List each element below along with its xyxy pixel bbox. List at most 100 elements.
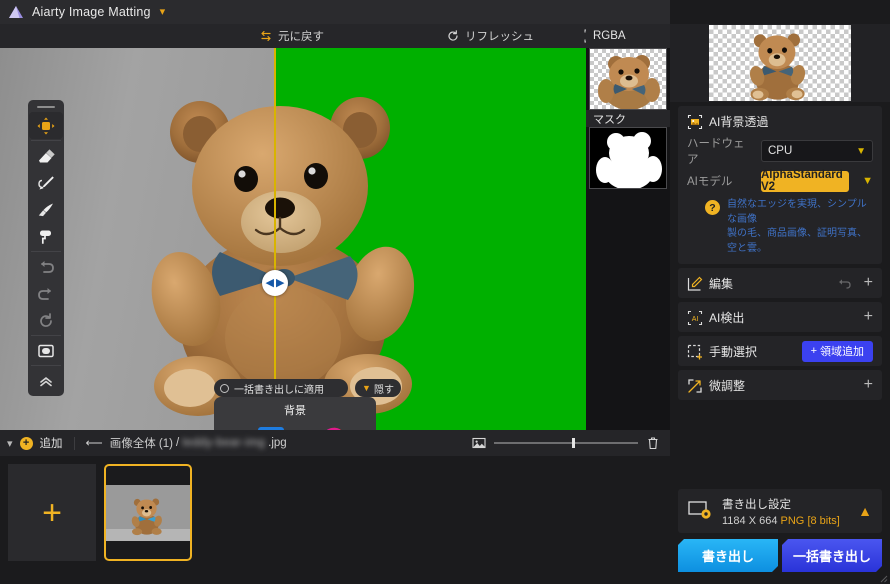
move-transform-tool[interactable] <box>29 112 63 139</box>
image-size-icon <box>472 436 486 450</box>
arrow-left-icon: ◀ <box>265 276 274 289</box>
redo-tool[interactable] <box>29 280 63 307</box>
image-canvas[interactable]: ◀ ▶ 一括書き出しに適用 ▼ 隠す 背景 <box>0 48 586 430</box>
hide-label: 隠す <box>373 384 394 396</box>
ai-background-cutout-icon <box>687 114 703 130</box>
edit-section-title: 編集 <box>709 276 734 291</box>
model-row: AIモデル AlphaStandard V2 ▼ <box>678 166 882 196</box>
ai-matting-section: AI背景透過 ハードウェア CPU ▼ AIモデル AlphaStandard … <box>678 106 882 264</box>
resize-grip[interactable] <box>878 572 888 583</box>
batch-export-button[interactable]: 一括書き出し <box>782 539 882 572</box>
ai-detect-section-header: AI AI検出 + <box>678 302 882 332</box>
manual-select-icon <box>687 344 702 360</box>
export-bits: [8 bits] <box>807 514 840 527</box>
edit-section-header: 編集 + <box>678 268 882 298</box>
model-description: ? 自然なエッジを実現、シンプルな画像 製の毛、商品画像、証明写真、空と雲。 <box>678 196 882 264</box>
mask-thumbnail[interactable] <box>589 127 667 189</box>
refine-section-title: 微調整 <box>709 378 746 393</box>
ai-detect-section-title: AI検出 <box>709 310 745 325</box>
brush-tool[interactable] <box>29 196 63 223</box>
export-settings-title: 書き出し設定 <box>722 498 791 511</box>
trash-icon[interactable] <box>646 436 660 450</box>
model-chevron-down-icon[interactable]: ▼ <box>862 175 873 187</box>
filmstrip-thumb-1[interactable] <box>104 464 192 561</box>
export-settings-meta: 1184 X 664 PNG [8 bits] <box>722 515 858 527</box>
refine-section[interactable]: 微調整 + <box>678 370 882 400</box>
add-label: 追加 <box>39 438 63 450</box>
ai-matting-header: AI背景透過 <box>678 106 882 136</box>
manual-select-section[interactable]: 手動選択 + 領域追加 <box>678 336 882 366</box>
edit-section[interactable]: 編集 + <box>678 268 882 298</box>
undo-label: 元に戻す <box>278 31 324 43</box>
refresh-button[interactable]: リフレッシュ <box>442 24 538 48</box>
refine-add-button[interactable]: + <box>864 377 873 393</box>
result-preview-image <box>709 25 851 101</box>
question-mark-icon[interactable]: ? <box>705 200 720 215</box>
ai-detect-section[interactable]: AI AI検出 + <box>678 302 882 332</box>
hardware-value: CPU <box>768 145 793 157</box>
plus-circle-icon[interactable]: + <box>19 436 33 450</box>
mask-thumb-label: マスク <box>586 110 670 127</box>
rail-divider-3 <box>31 335 61 336</box>
export-settings-text: 書き出し設定 1184 X 664 PNG [8 bits] <box>722 496 858 527</box>
chevron-double-down-icon[interactable]: ▾ <box>7 437 13 450</box>
app-logo-icon <box>8 5 24 19</box>
ai-detect-icon: AI <box>687 310 703 326</box>
model-desc-line1: 自然なエッジを実現、シンプルな画像 <box>727 199 867 225</box>
model-label: AIモデル <box>687 176 733 188</box>
edit-pencil-icon <box>687 276 703 291</box>
rgba-thumb-label: RGBA <box>586 24 670 48</box>
thumb-size-slider[interactable] <box>494 438 638 448</box>
compare-slider-handle[interactable]: ◀ ▶ <box>262 270 288 296</box>
right-panel: AI背景透過 ハードウェア CPU ▼ AIモデル AlphaStandard … <box>670 0 890 584</box>
filmstrip: + <box>0 456 670 584</box>
breadcrumb-root[interactable]: 画像全体 (1) <box>110 435 173 451</box>
bottom-bar-separator <box>73 436 75 450</box>
chevron-down-icon[interactable]: ▾ <box>160 6 166 18</box>
chevron-down-icon: ▼ <box>856 145 866 157</box>
restore-pen-tool[interactable] <box>29 169 63 196</box>
add-region-label: 領域追加 <box>820 346 864 358</box>
apply-batch-radio[interactable] <box>220 383 229 393</box>
filmstrip-thumb-image <box>106 484 190 541</box>
comparison-split-line <box>274 48 276 430</box>
background-options-popup: 背景 <box>214 397 376 430</box>
manual-select-section-header: 手動選択 + 領域追加 <box>678 336 882 366</box>
export-buttons: 書き出し 一括書き出し <box>678 539 882 572</box>
rail-drag-grip[interactable] <box>37 106 55 108</box>
export-button[interactable]: 書き出し <box>678 539 778 572</box>
edit-add-button[interactable]: + <box>864 275 873 291</box>
eraser-tool[interactable] <box>29 142 63 169</box>
add-region-button[interactable]: + 領域追加 <box>801 340 873 362</box>
rail-divider <box>31 140 61 141</box>
tool-rail <box>28 100 64 396</box>
rgba-thumbnail[interactable] <box>589 48 667 110</box>
export-settings-box[interactable]: 書き出し設定 1184 X 664 PNG [8 bits] ▲ <box>678 489 882 533</box>
filmstrip-add-button[interactable]: + <box>8 464 96 561</box>
undo-arrow-icon[interactable] <box>836 276 851 290</box>
collapse-rail-button[interactable] <box>29 367 63 394</box>
thumb-size-control <box>472 436 670 450</box>
model-select[interactable]: AlphaStandard V2 <box>761 169 850 193</box>
chevron-double-up-icon[interactable]: ▲ <box>858 503 872 519</box>
apply-batch-label: 一括書き出しに適用 <box>234 384 324 396</box>
back-arrow-icon[interactable]: ⟵ <box>86 436 103 450</box>
apply-batch-toggle[interactable]: 一括書き出しに適用 <box>214 379 348 397</box>
hide-panel-button[interactable]: ▼ 隠す <box>355 379 401 397</box>
breadcrumb[interactable]: 画像全体 (1) / teddy-bear-img .jpg <box>110 435 287 451</box>
manual-select-section-title: 手動選択 <box>709 344 758 359</box>
undo-tool[interactable] <box>29 253 63 280</box>
arrow-right-icon: ▶ <box>276 276 285 289</box>
reset-tool[interactable] <box>29 307 63 334</box>
thumb-size-slider-knob[interactable] <box>572 438 575 448</box>
bottom-bar: ▾ + 追加 ⟵ 画像全体 (1) / teddy-bear-img .jpg <box>0 430 670 456</box>
paint-roller-tool[interactable] <box>29 223 63 250</box>
refine-section-header: 微調整 + <box>678 370 882 400</box>
mask-preview-tool[interactable] <box>29 337 63 364</box>
editor-toolbar: 元に戻す リフレッシュ 86% ▾ <box>0 24 670 48</box>
ai-detect-add-button[interactable]: + <box>864 309 873 325</box>
hardware-select[interactable]: CPU ▼ <box>761 140 873 162</box>
undo-button[interactable]: 元に戻す <box>255 24 328 48</box>
export-dimensions: 1184 X 664 <box>722 514 778 527</box>
ai-matting-title: AI背景透過 <box>709 114 769 129</box>
